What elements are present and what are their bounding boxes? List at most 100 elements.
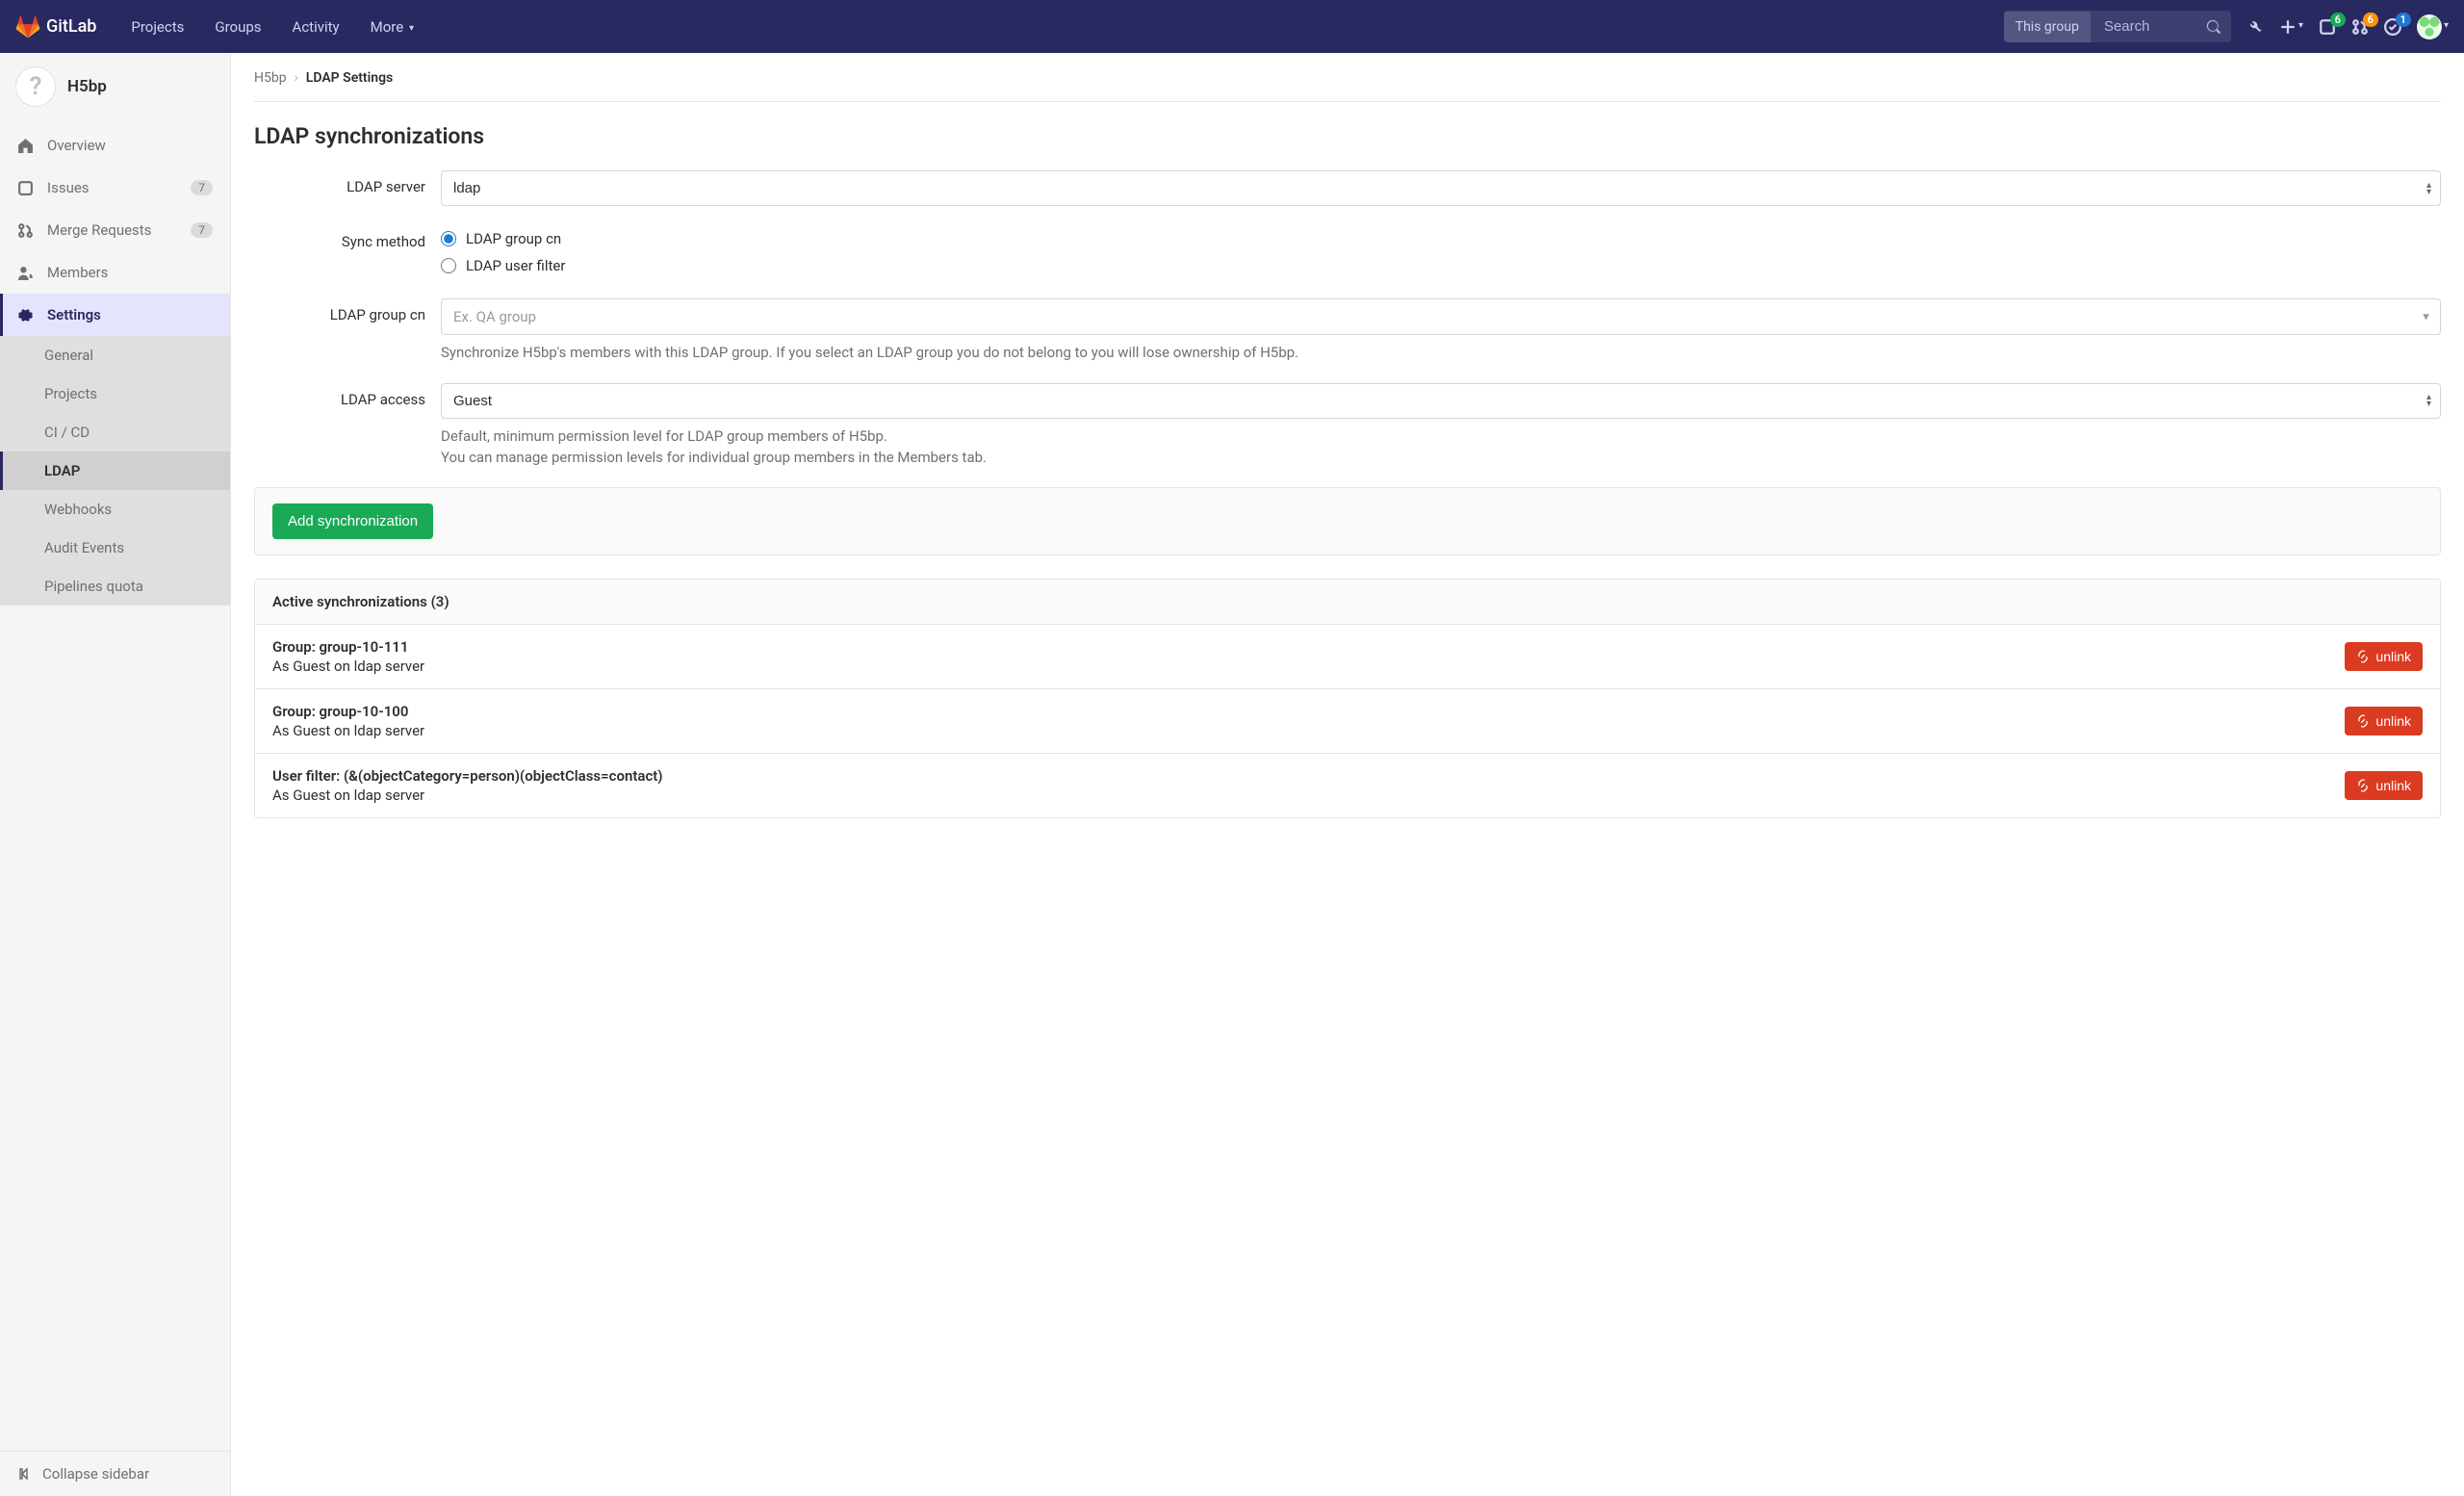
issues-count: 7: [191, 180, 213, 195]
issues-icon: [17, 180, 34, 196]
top-nav: Projects Groups Activity More ▾: [116, 18, 429, 36]
collapse-label: Collapse sidebar: [42, 1465, 149, 1483]
members-icon: [17, 265, 34, 281]
search-input[interactable]: [2100, 11, 2206, 42]
brand-name: GitLab: [46, 16, 96, 37]
radio-label: LDAP group cn: [466, 230, 561, 247]
sidebar-item-settings[interactable]: Settings: [0, 294, 230, 336]
unlink-icon: [2356, 779, 2370, 792]
unlink-icon: [2356, 714, 2370, 728]
sidebar-item-label: Overview: [47, 137, 106, 154]
main-content: H5bp › LDAP Settings LDAP synchronizatio…: [231, 53, 2464, 1496]
mr-badge: 6: [2363, 13, 2378, 27]
nav-projects[interactable]: Projects: [116, 18, 199, 36]
plus-icon[interactable]: ▾: [2279, 18, 2303, 36]
subnav-ldap[interactable]: LDAP: [0, 451, 230, 490]
sync-row: User filter: (&(objectCategory=person)(o…: [255, 754, 2440, 817]
access-help: Default, minimum permission level for LD…: [441, 426, 2441, 469]
project-avatar: ?: [15, 66, 56, 107]
search-icon: [2206, 19, 2221, 35]
sync-subtitle: As Guest on ldap server: [272, 722, 424, 739]
collapse-sidebar[interactable]: Collapse sidebar: [0, 1451, 230, 1496]
sync-method-label: Sync method: [254, 225, 441, 279]
unlink-label: unlink: [2375, 649, 2411, 664]
merge-requests-shortcut-icon[interactable]: 6: [2351, 18, 2369, 36]
subnav-pipelines-quota[interactable]: Pipelines quota: [0, 567, 230, 606]
gear-icon: [17, 307, 34, 323]
user-menu[interactable]: ▾: [2417, 14, 2449, 39]
sidebar-item-label: Settings: [47, 306, 101, 323]
ldap-access-select[interactable]: Guest: [441, 383, 2441, 419]
sync-row: Group: group-10-111 As Guest on ldap ser…: [255, 625, 2440, 689]
ldap-group-cn-dropdown[interactable]: Ex. QA group: [441, 298, 2441, 335]
settings-subnav: General Projects CI / CD LDAP Webhooks A…: [0, 336, 230, 606]
subnav-audit[interactable]: Audit Events: [0, 529, 230, 567]
sidebar: ? H5bp Overview Issues7 Merge Requests 7 …: [0, 53, 231, 1496]
access-help-line1: Default, minimum permission level for LD…: [441, 427, 887, 445]
top-utility-icons: ▾ 6 6 1 ▾: [2246, 14, 2449, 39]
search-scope[interactable]: This group: [2004, 12, 2091, 42]
sync-method-user-filter[interactable]: LDAP user filter: [441, 252, 2441, 279]
collapse-icon: [17, 1466, 33, 1482]
access-help-line2: You can manage permission levels for ind…: [441, 449, 987, 466]
gitlab-icon: [15, 14, 40, 39]
unlink-button[interactable]: unlink: [2345, 642, 2423, 671]
sidebar-project-header[interactable]: ? H5bp: [0, 53, 230, 120]
sidebar-item-label: Merge Requests: [47, 221, 151, 239]
sidebar-item-overview[interactable]: Overview: [0, 124, 230, 167]
unlink-button[interactable]: unlink: [2345, 707, 2423, 735]
page-title: LDAP synchronizations: [254, 123, 2441, 149]
sidebar-item-members[interactable]: Members: [0, 251, 230, 294]
sidebar-nav: Overview Issues7 Merge Requests 7 Members…: [0, 124, 230, 336]
radio-user-filter[interactable]: [441, 258, 456, 273]
sidebar-item-label: Members: [47, 264, 108, 281]
nav-groups[interactable]: Groups: [199, 18, 276, 36]
active-syncs-panel: Active synchronizations (3) Group: group…: [254, 579, 2441, 818]
sync-method-group-cn[interactable]: LDAP group cn: [441, 225, 2441, 252]
mr-count: 7: [191, 222, 213, 238]
active-syncs-header: Active synchronizations (3): [255, 580, 2440, 625]
chevron-down-icon: ▾: [2444, 20, 2449, 31]
issues-badge: 6: [2330, 13, 2346, 27]
ldap-access-label: LDAP access: [254, 383, 441, 469]
todos-badge: 1: [2396, 13, 2411, 27]
subnav-projects[interactable]: Projects: [0, 374, 230, 413]
sync-title: Group: group-10-111: [272, 638, 424, 656]
sync-row: Group: group-10-100 As Guest on ldap ser…: [255, 689, 2440, 754]
unlink-label: unlink: [2375, 713, 2411, 729]
sync-title: Group: group-10-100: [272, 703, 424, 720]
ldap-group-cn-label: LDAP group cn: [254, 298, 441, 364]
form-action-bar: Add synchronization: [254, 487, 2441, 555]
issues-shortcut-icon[interactable]: 6: [2319, 18, 2336, 36]
radio-label: LDAP user filter: [466, 257, 565, 274]
ldap-server-select[interactable]: ldap: [441, 170, 2441, 206]
sync-subtitle: As Guest on ldap server: [272, 787, 663, 804]
sidebar-item-merge-requests[interactable]: Merge Requests 7: [0, 209, 230, 251]
sidebar-item-issues[interactable]: Issues7: [0, 167, 230, 209]
radio-group-cn[interactable]: [441, 231, 456, 246]
subnav-webhooks[interactable]: Webhooks: [0, 490, 230, 529]
todos-icon[interactable]: 1: [2384, 18, 2401, 36]
chevron-down-icon: ▾: [2298, 20, 2303, 31]
subnav-cicd[interactable]: CI / CD: [0, 413, 230, 451]
avatar: [2417, 14, 2442, 39]
sync-title: User filter: (&(objectCategory=person)(o…: [272, 767, 663, 785]
nav-activity[interactable]: Activity: [277, 18, 355, 36]
brand-logo[interactable]: GitLab: [15, 14, 96, 39]
nav-more-label: More: [371, 18, 404, 36]
chevron-right-icon: ›: [295, 70, 298, 86]
merge-icon: [17, 222, 34, 239]
breadcrumb-root[interactable]: H5bp: [254, 70, 287, 86]
add-synchronization-button[interactable]: Add synchronization: [272, 503, 433, 539]
admin-wrench-icon[interactable]: [2246, 18, 2264, 36]
nav-more[interactable]: More ▾: [355, 18, 429, 36]
subnav-general[interactable]: General: [0, 336, 230, 374]
top-navbar: GitLab Projects Groups Activity More ▾ T…: [0, 0, 2464, 53]
unlink-label: unlink: [2375, 778, 2411, 793]
home-icon: [17, 138, 34, 154]
breadcrumb-current: LDAP Settings: [306, 70, 393, 86]
unlink-button[interactable]: unlink: [2345, 771, 2423, 800]
ldap-server-label: LDAP server: [254, 170, 441, 206]
sync-subtitle: As Guest on ldap server: [272, 658, 424, 675]
project-name: H5bp: [67, 77, 107, 96]
